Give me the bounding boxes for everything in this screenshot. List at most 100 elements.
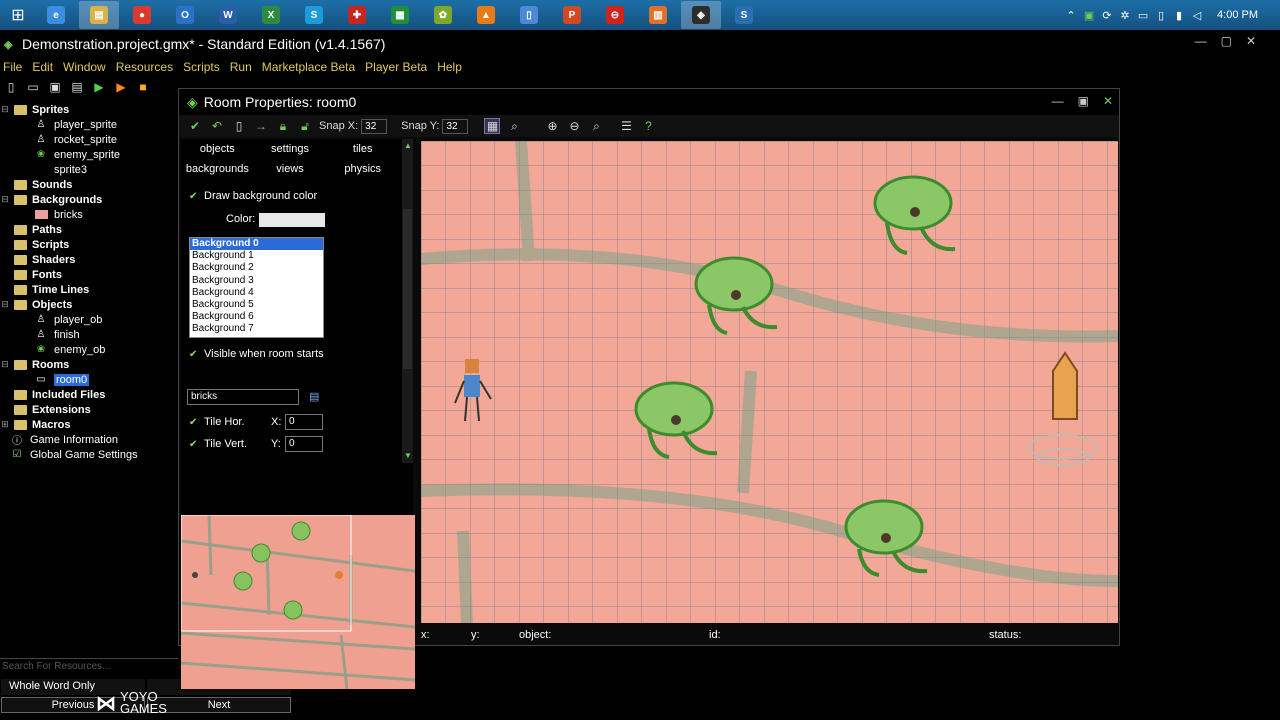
tree-extensions[interactable]: Extensions (0, 402, 178, 417)
tray-monitor-icon[interactable]: ▭ (1137, 9, 1149, 22)
taskbar-app[interactable]: ▦ (380, 1, 420, 29)
tree-timelines[interactable]: Time Lines (0, 282, 178, 297)
undo-icon[interactable]: ↶ (209, 118, 225, 134)
maximize-icon[interactable]: ▢ (1221, 34, 1232, 48)
taskbar-app[interactable]: O (165, 1, 205, 29)
draw-bg-color-checkbox[interactable]: ✔ Draw background color (181, 187, 413, 205)
windows-start-icon[interactable]: ⊞ (0, 0, 36, 30)
background-list-item[interactable]: Background 2 (190, 262, 323, 274)
background-list-item[interactable]: Background 0 (190, 238, 323, 251)
tree-sprites[interactable]: ⊟ Sprites (0, 102, 178, 117)
tree-global-settings[interactable]: ☑ Global Game Settings (0, 447, 178, 462)
background-name-field[interactable]: bricks (187, 389, 299, 405)
volume-icon[interactable]: ◁ (1191, 9, 1203, 22)
background-list-item[interactable]: Background 4 (190, 287, 323, 299)
tree-macros[interactable]: ⊞ Macros (0, 417, 178, 432)
tree-item[interactable]: ♙ player_ob (0, 312, 178, 327)
minimize-icon[interactable]: — (1052, 94, 1064, 108)
tree-fonts[interactable]: Fonts (0, 267, 178, 282)
signal-icon[interactable]: ▮ (1173, 9, 1185, 22)
zoom-reset-icon[interactable]: ⌕ (588, 118, 604, 134)
tray-device-icon[interactable]: ▯ (1155, 9, 1167, 22)
menu-run[interactable]: Run (230, 60, 252, 74)
zoom-search-icon[interactable]: ⌕ (506, 118, 522, 134)
background-list-item[interactable]: Background 1 (190, 250, 323, 262)
save-icon[interactable]: ▣ (47, 79, 63, 95)
tree-item[interactable]: sprite3 (0, 162, 178, 177)
tab-physics[interactable]: physics (326, 163, 399, 175)
clock[interactable]: 4:00 PM (1217, 9, 1258, 21)
tree-item[interactable]: ♙ rocket_sprite (0, 132, 178, 147)
tab-backgrounds[interactable]: backgrounds (181, 163, 254, 175)
unlock-icon[interactable]: 🔓︎ (297, 118, 313, 134)
export-icon[interactable]: ▤ (69, 79, 85, 95)
tree-item-room0[interactable]: ▭ room0 (0, 372, 178, 387)
taskbar-app[interactable]: ▯ (509, 1, 549, 29)
panel-scrollbar[interactable]: ▲ ▼ (402, 139, 413, 463)
tray-sync-icon[interactable]: ⟳ (1101, 9, 1113, 22)
menu-edit[interactable]: Edit (32, 60, 53, 74)
menu-marketplace-beta[interactable]: Marketplace Beta (262, 60, 355, 74)
menu-window[interactable]: Window (63, 60, 106, 74)
tree-item[interactable]: ❀ enemy_sprite (0, 147, 178, 162)
taskbar-app[interactable]: ✚ (337, 1, 377, 29)
clear-icon[interactable]: ▯ (231, 118, 247, 134)
room-canvas[interactable] (421, 141, 1118, 623)
help-icon[interactable]: ? (640, 118, 656, 134)
close-icon[interactable]: ✕ (1103, 94, 1113, 108)
color-swatch[interactable] (259, 213, 325, 227)
list-icon[interactable]: ☰ (618, 118, 634, 134)
grid-toggle-icon[interactable]: ▦ (484, 118, 501, 134)
tray-app-icon[interactable]: ▣ (1083, 9, 1095, 22)
background-list-item[interactable]: Background 5 (190, 299, 323, 311)
run-icon[interactable]: ▶ (91, 79, 107, 95)
snap-y-input[interactable]: 32 (442, 118, 469, 134)
taskbar-app[interactable]: P (552, 1, 592, 29)
minimize-icon[interactable]: — (1195, 34, 1207, 48)
ok-check-icon[interactable]: ✔ (187, 118, 203, 134)
tree-included-files[interactable]: Included Files (0, 387, 178, 402)
taskbar-app[interactable]: S (724, 1, 764, 29)
tree-shaders[interactable]: Shaders (0, 252, 178, 267)
tree-item[interactable]: ♙ player_sprite (0, 117, 178, 132)
x-offset-input[interactable]: 0 (285, 414, 323, 430)
tree-game-information[interactable]: ⓘ Game Information (0, 432, 178, 448)
taskbar-app[interactable]: ▥ (638, 1, 678, 29)
zoom-in-icon[interactable]: ⊕ (544, 118, 560, 134)
snap-x-input[interactable]: 32 (361, 118, 388, 134)
background-list[interactable]: Background 0 Background 1 Background 2 Back… (189, 237, 324, 338)
room-preview[interactable] (181, 515, 415, 689)
taskbar-app[interactable]: ▤ (79, 1, 119, 29)
tray-settings-icon[interactable]: ✲ (1119, 9, 1131, 22)
tab-views[interactable]: views (254, 163, 327, 175)
shift-icon[interactable]: → (253, 118, 269, 134)
tile-vert-checkbox[interactable]: ✔ Tile Vert. (181, 435, 281, 453)
zoom-out-icon[interactable]: ⊖ (566, 118, 582, 134)
tree-item[interactable]: ♙ finish (0, 327, 178, 342)
taskbar-app[interactable]: ▲ (466, 1, 506, 29)
taskbar-app[interactable]: ✿ (423, 1, 463, 29)
taskbar-app[interactable]: S (294, 1, 334, 29)
tree-paths[interactable]: Paths (0, 222, 178, 237)
tree-item[interactable]: bricks (0, 207, 178, 222)
stop-build-icon[interactable]: ■ (135, 79, 151, 95)
menu-help[interactable]: Help (437, 60, 462, 74)
taskbar-app[interactable]: ● (122, 1, 162, 29)
search-input[interactable]: Search For Resources... (0, 658, 178, 674)
tab-objects[interactable]: objects (181, 143, 254, 155)
tab-tiles[interactable]: tiles (326, 143, 399, 155)
new-file-icon[interactable]: ▯ (3, 79, 19, 95)
taskbar-app[interactable]: ⊖ (595, 1, 635, 29)
close-icon[interactable]: ✕ (1246, 34, 1256, 48)
tab-settings[interactable]: settings (254, 143, 327, 155)
menu-scripts[interactable]: Scripts (183, 60, 220, 74)
tree-item[interactable]: ❀ enemy_ob (0, 342, 178, 357)
taskbar-app[interactable]: ◈ (681, 1, 721, 29)
menu-resources[interactable]: Resources (116, 60, 173, 74)
tree-scripts[interactable]: Scripts (0, 237, 178, 252)
y-offset-input[interactable]: 0 (285, 436, 323, 452)
tree-sounds[interactable]: Sounds (0, 177, 178, 192)
taskbar-app[interactable]: e (36, 1, 76, 29)
background-list-item[interactable]: Background 7 (190, 323, 323, 335)
tile-hor-checkbox[interactable]: ✔ Tile Hor. (181, 413, 281, 431)
